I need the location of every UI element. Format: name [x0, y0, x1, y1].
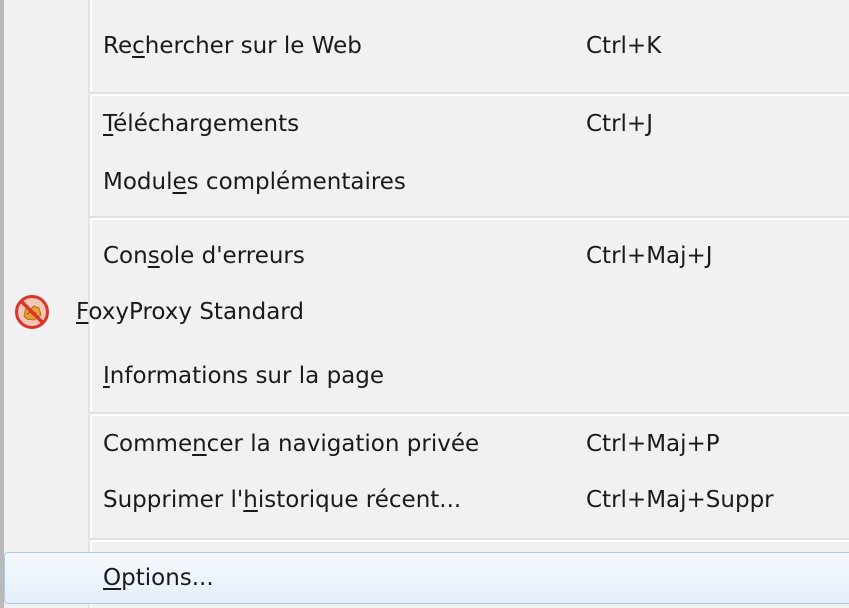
menu-item-label: Options...: [103, 565, 214, 591]
menu-item-label: Modules complémentaires: [103, 169, 406, 195]
menu-item-addons[interactable]: Modules complémentaires: [4, 156, 849, 208]
menu-item-shortcut: Ctrl+K: [586, 33, 662, 59]
menu-item-shortcut: Ctrl+Maj+P: [586, 431, 720, 457]
menu-item-options[interactable]: Options...: [4, 552, 849, 604]
menu-separator: [90, 92, 849, 96]
menu-item-label: Supprimer l'historique récent...: [103, 487, 462, 513]
menu-item-clear-history[interactable]: Supprimer l'historique récent... Ctrl+Ma…: [4, 474, 849, 526]
foxyproxy-disabled-icon: [15, 295, 49, 329]
menu-item-label: Téléchargements: [103, 111, 300, 137]
menu-item-shortcut: Ctrl+Maj+Suppr: [586, 487, 774, 513]
menu-item-label: FoxyProxy Standard: [76, 299, 304, 325]
context-menu: Rechercher sur le Web Ctrl+K Téléchargem…: [0, 0, 849, 608]
menu-item-downloads[interactable]: Téléchargements Ctrl+J: [4, 98, 849, 150]
menu-item-page-info[interactable]: Informations sur la page: [4, 350, 849, 402]
menu-item-search-web[interactable]: Rechercher sur le Web Ctrl+K: [4, 20, 849, 72]
menu-item-private-browsing[interactable]: Commencer la navigation privée Ctrl+Maj+…: [4, 418, 849, 470]
menu-item-shortcut: Ctrl+J: [586, 111, 653, 137]
menu-item-label: Informations sur la page: [103, 363, 385, 389]
menu-item-foxyproxy[interactable]: FoxyProxy Standard: [4, 286, 849, 338]
menu-separator: [90, 216, 849, 220]
menu-item-label: Rechercher sur le Web: [103, 33, 362, 59]
menu-separator: [90, 412, 849, 416]
menu-item-error-console[interactable]: Console d'erreurs Ctrl+Maj+J: [4, 230, 849, 282]
menu-item-shortcut: Ctrl+Maj+J: [586, 243, 713, 269]
menu-item-label: Console d'erreurs: [103, 243, 305, 269]
menu-separator: [90, 538, 849, 542]
menu-item-label: Commencer la navigation privée: [103, 431, 480, 457]
